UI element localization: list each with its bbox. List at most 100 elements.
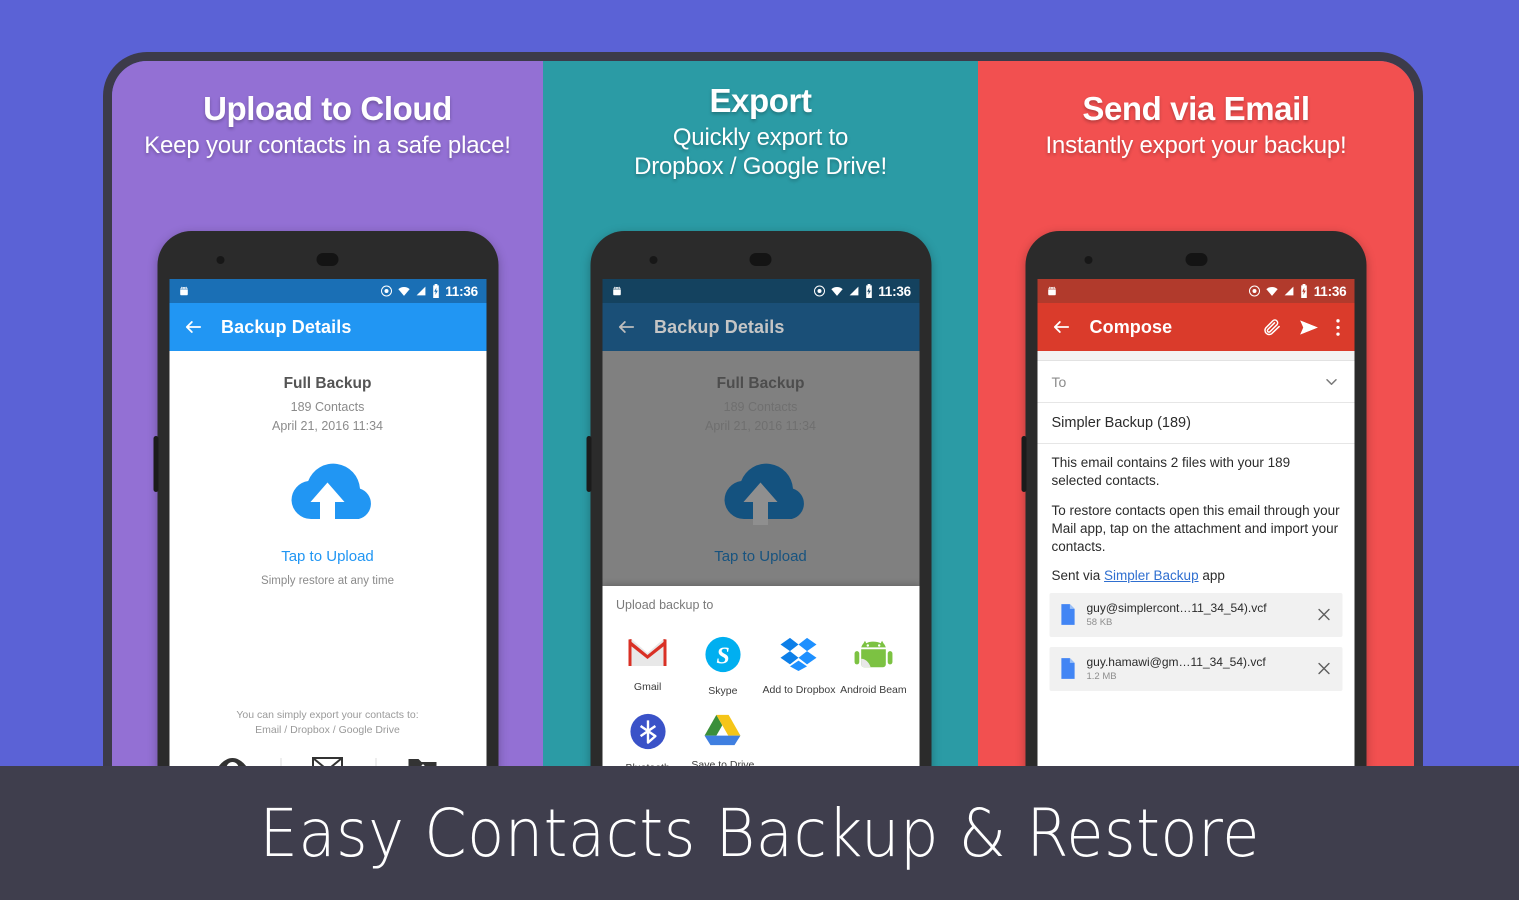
to-field[interactable]: To (1037, 361, 1355, 403)
phone-volume-button (586, 436, 591, 492)
backup-info: Full Backup 189 Contacts April 21, 2016 … (169, 351, 486, 435)
battery-charging-icon (432, 284, 439, 298)
panel-title: Upload to Cloud (203, 90, 452, 127)
share-sheet-title: Upload backup to (616, 598, 714, 612)
app-bar: Compose (1037, 303, 1355, 351)
cloud-upload-icon (724, 463, 804, 526)
share-target-dropbox[interactable]: Add to Dropbox (761, 624, 836, 701)
phone-camera (216, 256, 224, 264)
attachment-size: 58 KB (1086, 617, 1113, 629)
preview-button[interactable]: Preview (185, 756, 280, 766)
attachment-item[interactable]: guy@simplercont…11_34_54).vcf 58 KB (1049, 592, 1343, 637)
backup-details-body: Full Backup 189 Contacts April 21, 2016 … (169, 351, 486, 766)
subject-field[interactable]: Simpler Backup (189) (1037, 403, 1355, 444)
back-arrow-icon[interactable] (616, 317, 636, 337)
folder-upload-icon[interactable] (408, 756, 438, 766)
attachment-name: guy@simplercont…11_34_54).vcf (1086, 601, 1267, 616)
envelope-icon[interactable] (312, 756, 344, 766)
share-target-label: Android Beam (840, 684, 907, 696)
skype-icon[interactable]: S (704, 636, 741, 673)
upload-cloud-button[interactable] (169, 457, 486, 542)
tap-to-upload-label: Tap to Upload (714, 548, 807, 566)
attach-icon[interactable] (1263, 317, 1283, 337)
phone-screen: 11:36 Compose To Simpler Backup (189) Th… (1037, 279, 1355, 766)
email-button[interactable]: Email (280, 756, 375, 766)
share-target-label: Skype (708, 685, 738, 697)
phone-volume-button (153, 436, 158, 492)
app-bar: Backup Details (169, 303, 486, 351)
share-target-android-beam[interactable]: Android Beam (836, 624, 911, 701)
banner-text: Easy Contacts Backup & Restore (259, 794, 1260, 872)
google-drive-icon[interactable] (704, 713, 742, 747)
sent-via-prefix: Sent via (1051, 567, 1105, 583)
sent-via-line: Sent via Simpler Backup app (1038, 556, 1355, 583)
battery-charging-icon (1301, 284, 1308, 298)
share-target-gmail[interactable]: Gmail (610, 624, 685, 701)
panel-subtitle-line1: Quickly export to (672, 123, 849, 151)
wifi-icon (398, 286, 410, 296)
dropbox-icon[interactable] (779, 636, 817, 672)
phone-camera (1084, 256, 1093, 264)
location-icon (813, 285, 825, 297)
attachment-meta: guy@simplercont…11_34_54).vcf 58 KB (1087, 601, 1267, 628)
app-bar-actions (1263, 317, 1341, 338)
share-target-label: Add to Dropbox (762, 684, 836, 696)
overflow-menu-icon[interactable] (1336, 318, 1341, 337)
simpler-backup-link[interactable]: Simpler Backup (1104, 568, 1199, 583)
panel-title: Send via Email (1082, 90, 1310, 127)
backup-info: Full Backup 189 Contacts April 21, 2016 … (602, 351, 919, 435)
panels-frame: Upload to Cloud Keep your contacts in a … (103, 52, 1423, 766)
body-paragraph-1[interactable]: This email contains 2 files with your 18… (1038, 444, 1355, 490)
share-target-grid: Gmail S Skype Add to Dropbox Android Bea… (602, 618, 919, 766)
attachment-meta: guy.hamawi@gm…11_34_54).vcf 1.2 MB (1087, 655, 1266, 682)
backup-date: April 21, 2016 11:34 (272, 419, 383, 434)
close-icon[interactable] (1316, 660, 1333, 677)
panel-upload-to-cloud: Upload to Cloud Keep your contacts in a … (112, 61, 543, 766)
panel-header: Upload to Cloud Keep your contacts in a … (112, 61, 543, 161)
panel-subtitle-line2: Dropbox / Google Drive! (634, 152, 887, 180)
eye-icon[interactable] (216, 756, 250, 766)
wifi-icon (1266, 286, 1278, 296)
location-icon (1249, 285, 1261, 297)
bluetooth-icon[interactable] (629, 713, 666, 750)
phone-volume-button (1021, 436, 1027, 492)
panel-header: Send via Email Instantly export your bac… (978, 61, 1414, 161)
cloud-upload-icon[interactable] (272, 457, 384, 537)
gmail-icon[interactable] (628, 636, 668, 669)
phone-mockup: 11:36 Backup Details Full Backup 189 Con… (153, 231, 498, 766)
panel-send-via-email: Send via Email Instantly export your bac… (978, 61, 1414, 766)
export-button[interactable]: Export (375, 756, 470, 766)
share-target-google-drive[interactable]: Save to Drive (685, 701, 760, 766)
status-bar-icons: 11:36 (380, 284, 478, 299)
body-paragraph-2[interactable]: To restore contacts open this email thro… (1038, 490, 1355, 556)
status-bar-clock: 11:36 (878, 283, 911, 299)
android-beam-icon[interactable] (854, 636, 893, 672)
close-icon[interactable] (1316, 606, 1333, 623)
backup-contacts-count: 189 Contacts (290, 400, 365, 414)
attachment-item[interactable]: guy.hamawi@gm…11_34_54).vcf 1.2 MB (1049, 646, 1343, 691)
chevron-down-icon[interactable] (1323, 373, 1341, 391)
sent-via-suffix: app (1198, 567, 1225, 583)
backup-details-body-dimmed: Full Backup 189 Contacts April 21, 2016 … (602, 351, 919, 766)
phone-mockup: 11:36 Compose To Simpler Backup (189) Th… (1021, 231, 1367, 766)
panel-title: Export (709, 82, 812, 119)
status-bar-clock: 11:36 (1313, 283, 1347, 299)
back-arrow-icon[interactable] (183, 317, 203, 337)
signal-icon (416, 286, 426, 296)
send-icon[interactable] (1299, 317, 1320, 338)
panel-subtitle: Instantly export your backup! (1045, 131, 1347, 159)
tap-to-upload-label[interactable]: Tap to Upload (169, 548, 486, 565)
back-arrow-icon[interactable] (1052, 317, 1072, 337)
share-target-bluetooth[interactable]: Bluetooth (610, 701, 685, 766)
signal-icon (849, 286, 859, 296)
file-icon (1061, 658, 1075, 680)
status-bar-clock: 11:36 (445, 283, 478, 299)
backup-name: Full Backup (716, 375, 805, 392)
bottom-banner: Easy Contacts Backup & Restore (0, 766, 1519, 900)
compose-body: To Simpler Backup (189) This email conta… (1037, 351, 1355, 766)
share-target-skype[interactable]: S Skype (685, 624, 760, 701)
share-target-label: Gmail (633, 681, 662, 693)
panel-export: Export Quickly export to Dropbox / Googl… (543, 61, 978, 766)
restore-note: Simply restore at any time (261, 575, 394, 588)
app-bar-title: Backup Details (221, 316, 352, 337)
